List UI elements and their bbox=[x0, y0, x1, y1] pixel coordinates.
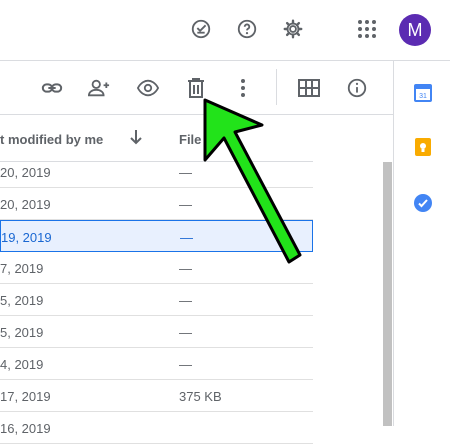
table-row-selected[interactable]: 19, 2019 — bbox=[0, 220, 313, 252]
more-vert-icon[interactable] bbox=[231, 76, 255, 100]
row-file-size: — bbox=[179, 165, 192, 180]
row-modified-date: 4, 2019 bbox=[0, 357, 44, 372]
file-action-toolbar bbox=[0, 61, 393, 115]
keep-icon[interactable] bbox=[414, 138, 432, 156]
table-row[interactable]: 20, 2019 — bbox=[0, 188, 313, 220]
scrollbar[interactable] bbox=[383, 162, 392, 426]
toolbar-divider bbox=[276, 69, 277, 105]
row-modified-date: 20, 2019 bbox=[0, 165, 51, 180]
trash-icon[interactable] bbox=[184, 76, 208, 100]
calendar-icon[interactable]: 31 bbox=[414, 84, 432, 102]
link-icon[interactable] bbox=[40, 76, 64, 100]
row-modified-date: 17, 2019 bbox=[0, 389, 51, 404]
table-row[interactable]: 5, 2019 — bbox=[0, 284, 313, 316]
apps-grid-icon[interactable] bbox=[355, 17, 379, 41]
row-file-size: — bbox=[180, 230, 193, 245]
row-modified-date: 7, 2019 bbox=[0, 261, 44, 276]
row-modified-date: 20, 2019 bbox=[0, 197, 51, 212]
column-header-file-size[interactable]: File bbox=[179, 132, 201, 147]
table-row[interactable]: 17, 2019 375 KB bbox=[0, 380, 313, 412]
row-file-size: 375 KB bbox=[179, 389, 222, 404]
avatar[interactable]: M bbox=[399, 14, 431, 46]
top-bar: M bbox=[0, 0, 450, 61]
table-row[interactable]: 7, 2019 — bbox=[0, 252, 313, 284]
table-row[interactable]: 4, 2019 — bbox=[0, 348, 313, 380]
settings-gear-icon[interactable] bbox=[281, 17, 305, 41]
table-row[interactable]: 16, 2019 bbox=[0, 412, 313, 444]
file-list: 20, 2019 — 20, 2019 — 19, 2019 — 7, 2019 — 5… bbox=[0, 156, 313, 444]
row-modified-date: 16, 2019 bbox=[0, 421, 51, 436]
column-header-last-modified[interactable]: t modified by me bbox=[0, 132, 103, 147]
grid-view-icon[interactable] bbox=[297, 76, 321, 100]
row-file-size: — bbox=[179, 357, 192, 372]
help-icon[interactable] bbox=[235, 17, 259, 41]
table-row[interactable]: 5, 2019 — bbox=[0, 316, 313, 348]
table-header: t modified by me File bbox=[0, 115, 313, 162]
add-person-icon[interactable] bbox=[87, 76, 111, 100]
row-file-size: — bbox=[179, 325, 192, 340]
row-modified-date: 5, 2019 bbox=[0, 325, 44, 340]
offline-check-icon[interactable] bbox=[189, 17, 213, 41]
row-file-size: — bbox=[179, 261, 192, 276]
table-row[interactable]: 20, 2019 — bbox=[0, 156, 313, 188]
info-icon[interactable] bbox=[345, 76, 369, 100]
tasks-icon[interactable] bbox=[414, 194, 432, 212]
row-file-size: — bbox=[179, 197, 192, 212]
preview-eye-icon[interactable] bbox=[136, 76, 160, 100]
row-modified-date: 5, 2019 bbox=[0, 293, 44, 308]
sort-arrow-down-icon[interactable] bbox=[129, 129, 143, 150]
row-modified-date: 19, 2019 bbox=[1, 230, 52, 245]
side-panel: 31 bbox=[393, 61, 450, 426]
svg-text:31: 31 bbox=[419, 93, 427, 100]
row-file-size: — bbox=[179, 293, 192, 308]
